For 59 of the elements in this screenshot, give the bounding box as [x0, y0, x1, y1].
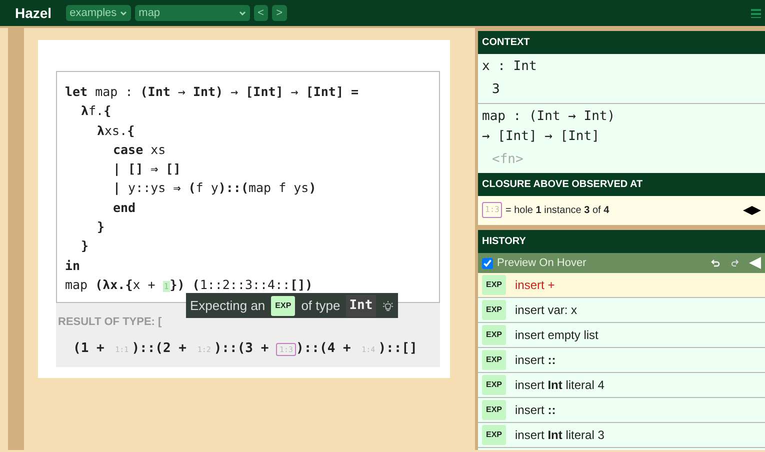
next-button[interactable]: > [272, 5, 287, 21]
panel-header: HISTORY [478, 230, 765, 253]
exp-badge: EXP [482, 400, 506, 420]
code-line: } [96, 218, 106, 236]
code-line: | [] ⇒ [] [112, 160, 182, 178]
exp-badge: EXP [482, 375, 506, 395]
code-line: λf.{ [80, 102, 112, 120]
example-dropdown[interactable]: examples [66, 5, 131, 21]
history-item[interactable]: EXP insert Int literal 4 [478, 373, 765, 398]
closure-text: = hole 1 instance 3 of 4 [505, 204, 610, 218]
history-item[interactable]: EXP insert + [478, 273, 765, 298]
panel-header: CONTEXT [478, 31, 765, 54]
history-item[interactable]: EXP insert :: [478, 348, 765, 373]
type-name: Int [346, 295, 376, 317]
caret-icon [238, 10, 246, 16]
code-text: }) (1::2::3::4::[]) [170, 276, 313, 292]
history-item[interactable]: EXP insert :: [478, 398, 765, 423]
bulb-icon [382, 300, 394, 312]
result-text: )::[] [378, 341, 418, 356]
context-value: 3 [491, 81, 501, 99]
code-line: } [80, 237, 90, 256]
checkbox-label: Preview On Hover [497, 256, 586, 271]
code-line: end [112, 198, 137, 217]
hole-marker: 1 [162, 280, 170, 292]
resize-handle-icon[interactable] [743, 206, 761, 214]
context-binding: map : (Int → Int) → [Int] → [Int] [482, 108, 616, 146]
exp-badge: EXP [482, 325, 506, 345]
undo-icon[interactable] [711, 258, 720, 268]
previous-button[interactable]: < [254, 5, 268, 21]
history-item[interactable]: EXP insert empty list [478, 323, 765, 348]
exp-badge: EXP [482, 350, 506, 370]
context-binding: x : Int [482, 58, 538, 76]
result-text: )::(4 + [296, 341, 352, 356]
redo-icon[interactable] [730, 258, 739, 268]
history-item[interactable]: EXP insert var: x [478, 298, 765, 323]
preview-checkbox[interactable] [482, 258, 493, 268]
code-line: | y::ys ⇒ (f y)::(map f ys) [112, 179, 318, 198]
code-text: map (λx.{x + [65, 276, 156, 292]
exp-badge: EXP [482, 425, 506, 445]
context-value: <fn> [491, 151, 524, 169]
exp-badge: EXP [271, 296, 296, 316]
history-item[interactable]: EXP insert Int literal 3 [478, 423, 765, 448]
code-line: λxs.{ [96, 122, 136, 140]
menu-icon[interactable] [751, 8, 761, 18]
result-text: (1 + [73, 341, 106, 356]
app-title: Hazel [15, 4, 52, 22]
result-text: )::(3 + [214, 341, 270, 356]
result-type-label: RESULT OF TYPE: [ [58, 316, 162, 328]
code-line: in [65, 256, 82, 275]
caret-icon [120, 10, 127, 16]
code-line: let map : (Int → Int) → [Int] → [Int] = [65, 83, 360, 101]
exp-badge: EXP [482, 300, 506, 320]
result-text: )::(2 + [132, 341, 188, 356]
code-line: case xs [112, 140, 167, 159]
panel-header: CLOSURE ABOVE OBSERVED AT [478, 173, 765, 196]
collapse-icon[interactable] [749, 257, 761, 269]
file-dropdown[interactable]: map [134, 5, 250, 21]
hole-label: 1:3 [482, 202, 502, 218]
exp-badge: EXP [482, 275, 506, 295]
